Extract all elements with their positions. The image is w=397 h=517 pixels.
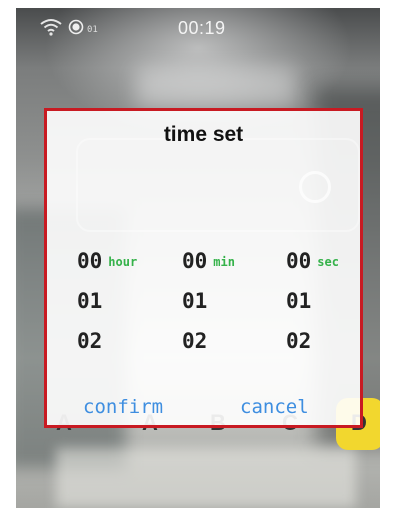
status-time: 00:19 bbox=[178, 18, 226, 38]
background-shape bbox=[136, 68, 296, 108]
second-value[interactable]: 00 sec bbox=[286, 249, 339, 289]
hour-value[interactable]: 00 hour bbox=[77, 249, 137, 289]
hour-option[interactable]: 02 bbox=[77, 329, 137, 369]
hour-option[interactable]: 01 bbox=[77, 289, 137, 329]
time-set-dialog: time set 00 hour 01 02 00 min 01 02 00 sec … bbox=[44, 108, 363, 428]
dialog-title: time set bbox=[163, 123, 244, 146]
second-unit-label: sec bbox=[317, 255, 339, 269]
status-bar: 01 00:19 bbox=[16, 8, 380, 48]
minute-unit-label: min bbox=[213, 255, 235, 269]
minute-value[interactable]: 00 min bbox=[182, 249, 235, 289]
wifi-icon bbox=[40, 19, 62, 36]
cancel-button[interactable]: cancel bbox=[240, 396, 309, 418]
minute-column[interactable]: 00 min 01 02 bbox=[182, 249, 235, 369]
minute-option[interactable]: 01 bbox=[182, 289, 235, 329]
record-icon bbox=[68, 19, 84, 35]
minute-option[interactable]: 02 bbox=[182, 329, 235, 369]
second-option[interactable]: 02 bbox=[286, 329, 339, 369]
background-shape bbox=[56, 448, 356, 508]
second-column[interactable]: 00 sec 01 02 bbox=[286, 249, 339, 369]
hour-column[interactable]: 00 hour 01 02 bbox=[77, 249, 137, 369]
confirm-button[interactable]: confirm bbox=[83, 396, 163, 418]
record-label: 01 bbox=[87, 25, 98, 35]
hour-unit-label: hour bbox=[108, 255, 138, 269]
second-option[interactable]: 01 bbox=[286, 289, 339, 329]
